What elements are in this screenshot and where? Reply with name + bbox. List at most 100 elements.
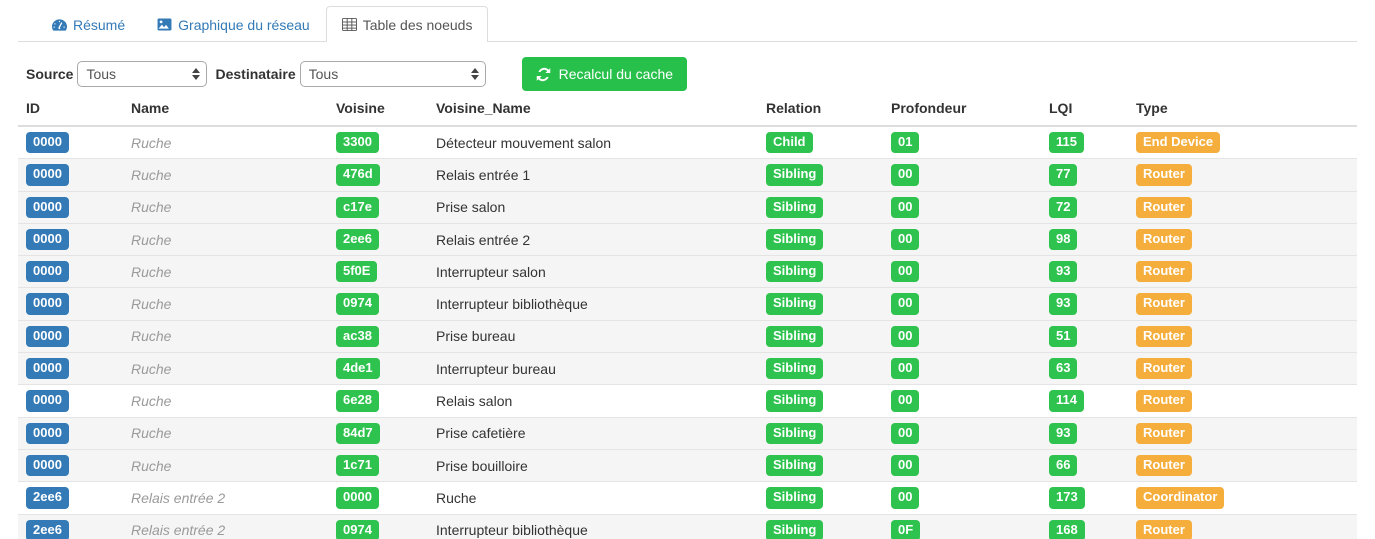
cell-voisine: c17e: [328, 190, 428, 224]
cell-id: 0000: [18, 190, 123, 224]
table-row[interactable]: 0000 Ruche 4de1 Interrupteur bureau Sibling 0…: [18, 352, 1357, 385]
column-header-id[interactable]: ID: [18, 100, 123, 127]
id-badge: 2ee6: [26, 487, 69, 509]
destination-select[interactable]: Tous: [299, 61, 486, 87]
cell-relation: Sibling: [758, 416, 883, 450]
cell-type: Router: [1128, 255, 1357, 288]
voisine-badge: 84d7: [336, 422, 380, 444]
cell-profondeur: 00: [883, 481, 1041, 515]
table-row[interactable]: 0000 Ruche ac38 Prise bureau Sibling 00 51 Rout…: [18, 319, 1357, 353]
filter-toolbar: Source Tous Destinataire Tous Recalcul d…: [0, 42, 1375, 91]
recalculate-cache-button[interactable]: Recalcul du cache: [521, 57, 688, 91]
table-row[interactable]: 0000 Ruche 2ee6 Relais entrée 2 Sibling 00 98 R…: [18, 222, 1357, 256]
source-select-wrapper[interactable]: Tous: [77, 61, 208, 87]
node-name: Ruche: [131, 328, 172, 345]
destination-select-wrapper[interactable]: Tous: [299, 61, 486, 87]
source-select[interactable]: Tous: [77, 61, 208, 87]
table-row[interactable]: 0000 Ruche c17e Prise salon Sibling 00 72 Route…: [18, 190, 1357, 224]
lqi-badge: 72: [1049, 196, 1078, 218]
profondeur-badge: 00: [891, 325, 920, 348]
profondeur-badge: 00: [891, 390, 920, 412]
cell-type: Router: [1128, 352, 1357, 385]
type-badge: Router: [1136, 358, 1192, 380]
table-row[interactable]: 0000 Ruche 84d7 Prise cafetière Sibling 00 93 R…: [18, 416, 1357, 450]
cell-profondeur: 00: [883, 255, 1041, 288]
nodes-table: ID Name Voisine Voisine_Name Relation Pr…: [18, 100, 1357, 539]
table-row[interactable]: 0000 Ruche 476d Relais entrée 1 Sibling 00 77 R…: [18, 158, 1357, 192]
cell-lqi: 93: [1041, 287, 1128, 321]
cell-lqi: 51: [1041, 319, 1128, 353]
voisine-badge: c17e: [336, 196, 379, 218]
cell-lqi: 115: [1041, 125, 1128, 159]
lqi-badge: 51: [1049, 325, 1078, 348]
tab-graphique-du-reseau[interactable]: Graphique du réseau: [141, 6, 326, 42]
cell-lqi: 93: [1041, 255, 1128, 288]
cell-voisine-name: Ruche: [428, 481, 758, 515]
relation-badge: Sibling: [766, 390, 824, 412]
cell-voisine: 2ee6: [328, 222, 428, 256]
id-badge: 0000: [26, 390, 69, 412]
cell-lqi: 168: [1041, 513, 1128, 539]
cell-type: Router: [1128, 448, 1357, 482]
voisine-name-text: Relais salon: [436, 393, 513, 410]
profondeur-badge: 00: [891, 487, 920, 509]
table-row[interactable]: 0000 Ruche 1c71 Prise bouilloire Sibling 00 66…: [18, 448, 1357, 482]
id-badge: 0000: [26, 454, 69, 477]
tab-table-des-noeuds[interactable]: Table des noeuds: [325, 6, 489, 42]
cell-id: 0000: [18, 384, 123, 418]
type-badge: Router: [1136, 261, 1192, 283]
voisine-name-text: Relais entrée 2: [436, 231, 531, 248]
cell-voisine-name: Relais salon: [428, 384, 758, 418]
column-header-profondeur[interactable]: Profondeur: [883, 100, 1041, 127]
profondeur-badge: 00: [891, 228, 920, 251]
lqi-badge: 98: [1049, 228, 1078, 251]
cell-relation: Sibling: [758, 158, 883, 192]
cell-name: Ruche: [123, 384, 328, 418]
profondeur-badge: 00: [891, 196, 920, 218]
table-row[interactable]: 0000 Ruche 0974 Interrupteur bibliothèque Si…: [18, 287, 1357, 321]
id-badge: 0000: [26, 261, 69, 283]
cell-relation: Sibling: [758, 190, 883, 224]
table-row[interactable]: 0000 Ruche 3300 Détecteur mouvement salon Ch…: [18, 125, 1357, 159]
table-row[interactable]: 2ee6 Relais entrée 2 0974 Interrupteur bibl…: [18, 513, 1357, 539]
id-badge: 0000: [26, 422, 69, 444]
type-badge: Router: [1136, 454, 1192, 477]
cell-id: 0000: [18, 448, 123, 482]
profondeur-badge: 00: [891, 358, 920, 380]
cell-id: 0000: [18, 158, 123, 192]
lqi-badge: 93: [1049, 293, 1078, 315]
cell-voisine-name: Prise cafetière: [428, 416, 758, 450]
id-badge: 0000: [26, 164, 69, 186]
cell-name: Ruche: [123, 190, 328, 224]
voisine-badge: 3300: [336, 132, 379, 154]
column-header-name[interactable]: Name: [123, 100, 328, 127]
cell-profondeur: 00: [883, 384, 1041, 418]
id-badge: 0000: [26, 132, 69, 154]
tab-resume[interactable]: Résumé: [36, 6, 141, 42]
column-header-voisine[interactable]: Voisine: [328, 100, 428, 127]
type-badge: Router: [1136, 196, 1192, 218]
table-body: 0000 Ruche 3300 Détecteur mouvement salon Ch…: [18, 125, 1357, 539]
voisine-badge: 4de1: [336, 358, 380, 380]
cell-type: Router: [1128, 384, 1357, 418]
column-header-voisine-name[interactable]: Voisine_Name: [428, 100, 758, 127]
voisine-badge: 476d: [336, 164, 380, 186]
table-row[interactable]: 2ee6 Relais entrée 2 0000 Ruche Sibling 00 173…: [18, 481, 1357, 515]
cell-voisine: 6e28: [328, 384, 428, 418]
column-header-relation[interactable]: Relation: [758, 100, 883, 127]
cell-lqi: 173: [1041, 481, 1128, 515]
column-header-lqi[interactable]: LQI: [1041, 100, 1128, 127]
voisine-name-text: Détecteur mouvement salon: [436, 134, 612, 151]
table-row[interactable]: 0000 Ruche 6e28 Relais salon Sibling 00 114 Rou…: [18, 384, 1357, 418]
lqi-badge: 66: [1049, 454, 1078, 477]
lqi-badge: 77: [1049, 164, 1078, 186]
cell-profondeur: 00: [883, 222, 1041, 256]
cell-id: 0000: [18, 222, 123, 256]
relation-badge: Sibling: [766, 228, 824, 251]
type-badge: Router: [1136, 228, 1192, 251]
table-row[interactable]: 0000 Ruche 5f0E Interrupteur salon Sibling 00…: [18, 255, 1357, 288]
column-header-type[interactable]: Type: [1128, 100, 1357, 127]
dashboard-icon: [52, 18, 67, 32]
id-badge: 0000: [26, 325, 69, 348]
cell-lqi: 93: [1041, 416, 1128, 450]
